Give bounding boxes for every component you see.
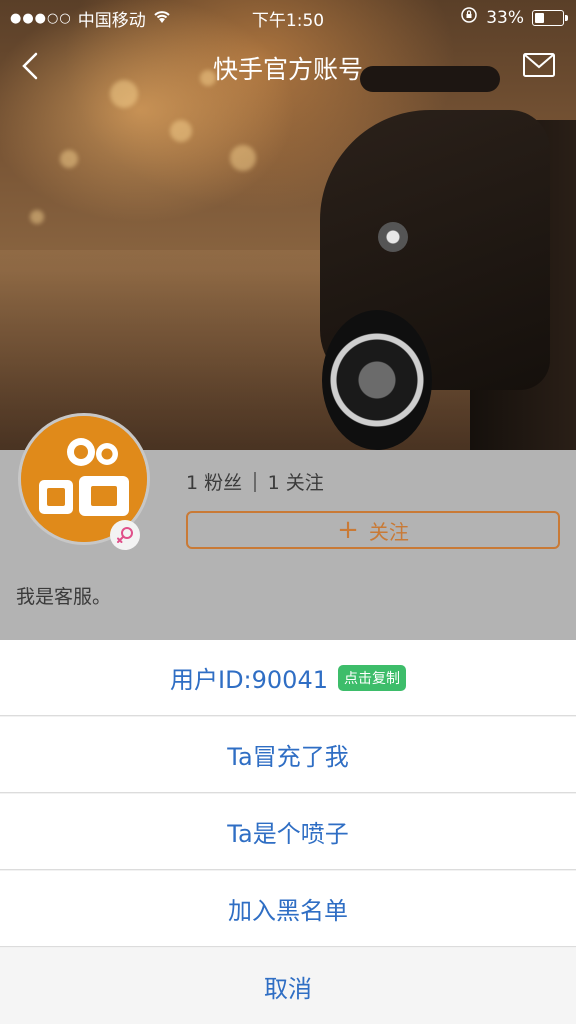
stats-divider	[254, 471, 256, 492]
orientation-lock-icon	[460, 6, 478, 29]
report-troll-button[interactable]: Ta是个喷子	[0, 794, 576, 870]
cancel-button[interactable]: 取消	[0, 948, 576, 1024]
report-impersonation-button[interactable]: Ta冒充了我	[0, 717, 576, 793]
plus-icon: +	[337, 515, 359, 545]
envelope-icon	[523, 53, 555, 77]
battery-percent: 33%	[486, 7, 524, 28]
action-sheet: 用户ID:90041 点击复制 Ta冒充了我 Ta是个喷子 加入黑名单 取消	[0, 640, 576, 1024]
follow-button[interactable]: + 关注	[186, 511, 560, 549]
add-to-blacklist-button[interactable]: 加入黑名单	[0, 871, 576, 947]
battery-icon	[532, 9, 568, 26]
message-button[interactable]	[522, 50, 556, 80]
fans-count[interactable]: 1 粉丝	[186, 468, 242, 495]
profile-stats: 1 粉丝 1 关注	[186, 468, 324, 495]
profile-bio: 我是客服。	[16, 586, 112, 608]
status-bar: ●●●○○ 中国移动 下午1:50 33%	[0, 0, 576, 32]
follow-label: 关注	[368, 519, 409, 544]
following-count[interactable]: 1 关注	[268, 468, 324, 495]
nav-bar: 快手官方账号	[0, 40, 576, 90]
user-id-row[interactable]: 用户ID:90041 点击复制	[0, 640, 576, 716]
user-id-text: 用户ID:90041	[170, 666, 328, 694]
copy-id-button[interactable]: 点击复制	[338, 664, 406, 691]
page-title: 快手官方账号	[212, 55, 363, 84]
female-gender-icon	[110, 520, 140, 550]
